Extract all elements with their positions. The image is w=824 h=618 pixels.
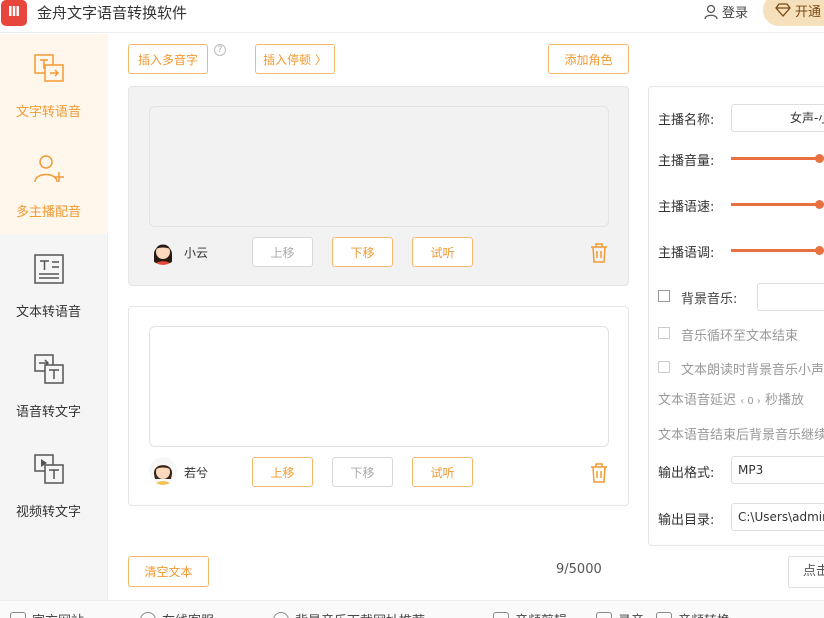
slider-fill	[731, 203, 819, 206]
bottom-label: 录音	[618, 610, 644, 618]
bottom-label: 在线客服	[162, 610, 214, 618]
role-card: 若兮 上移 下移 试听	[128, 306, 629, 506]
bottom-label: 音频转换	[678, 610, 730, 618]
bg-music-checkbox[interactable]	[658, 290, 670, 302]
sidebar-item-label: 文字转语音	[15, 105, 81, 120]
login-button[interactable]: 登录	[703, 2, 748, 21]
official-site-link[interactable]: 官方网站	[10, 610, 84, 618]
online-service-link[interactable]: 在线客服	[140, 610, 214, 618]
video-to-text-icon	[34, 454, 64, 484]
listen-button[interactable]: 试听	[412, 457, 473, 487]
home-icon	[10, 611, 26, 618]
bg-music-label: 背景音乐:	[681, 292, 738, 307]
trash-icon[interactable]	[589, 462, 609, 484]
login-label: 登录	[722, 6, 749, 21]
slider-knob[interactable]	[815, 200, 824, 209]
insert-pause-button[interactable]: 插入停顿 〉	[255, 44, 335, 74]
char-counter: 9/5000	[556, 562, 602, 577]
record-link[interactable]: 录音	[596, 610, 644, 618]
delay-stepper[interactable]: ‹ 0 ›	[740, 396, 761, 407]
bg-music-download-link[interactable]: 背景音乐下载网址推荐	[273, 610, 425, 618]
speed-slider[interactable]	[731, 200, 824, 210]
music-icon	[273, 611, 289, 618]
role-card: 小云 上移 下移 试听	[128, 86, 629, 286]
bottom-label: 背景音乐下载网址推荐	[295, 610, 425, 618]
sidebar-item-video-to-text[interactable]: 视频转文字	[0, 434, 108, 534]
diamond-icon	[775, 3, 791, 17]
pitch-label: 主播语调:	[658, 246, 715, 261]
sidebar-item-label: 文本转语音	[15, 305, 81, 320]
move-down-button[interactable]: 下移	[332, 457, 393, 487]
loop-music-label: 音乐循环至文本结束	[681, 329, 799, 344]
trash-icon[interactable]	[589, 242, 609, 264]
scissors-icon	[493, 611, 509, 618]
delay-prefix: 文本语音延迟	[658, 393, 737, 408]
vip-label: 开通	[795, 4, 822, 20]
delay-suffix: 秒播放	[765, 393, 805, 408]
listen-button[interactable]: 试听	[412, 237, 473, 267]
slider-fill	[731, 157, 819, 160]
speech-to-text-icon	[34, 354, 64, 384]
pitch-slider[interactable]	[731, 246, 824, 256]
app-window: Ⅲ 金舟文字语音转换软件 登录 开通 文字转语音 多主播配音 文本转语音 语音转…	[0, 0, 824, 618]
user-icon	[704, 4, 718, 19]
insert-polyphone-button[interactable]: 插入多音字	[128, 44, 208, 74]
sidebar-item-text-to-speech[interactable]: 文字转语音	[0, 34, 108, 134]
output-dir-input[interactable]: C:\Users\admin	[731, 503, 824, 531]
avatar	[149, 457, 177, 485]
move-up-button[interactable]: 上移	[252, 237, 313, 267]
headset-icon	[140, 611, 156, 618]
sidebar-item-label: 多主播配音	[15, 205, 81, 220]
audio-convert-link[interactable]: 音频转换	[656, 610, 730, 618]
bottom-label: 官方网站	[32, 610, 84, 618]
slider-knob[interactable]	[815, 154, 824, 163]
convert-icon	[656, 611, 672, 618]
text-to-speech-icon	[34, 54, 64, 82]
sidebar-item-multi-speaker[interactable]: 多主播配音	[0, 134, 108, 234]
bottom-label: 音频剪辑	[515, 610, 567, 618]
loop-music-checkbox[interactable]	[658, 327, 670, 339]
sidebar-item-speech-to-text[interactable]: 语音转文字	[0, 334, 108, 434]
voice-name: 若兮	[184, 466, 209, 480]
anchor-name-select[interactable]: 女声-小	[731, 104, 824, 132]
help-icon[interactable]: ?	[214, 44, 226, 56]
settings-panel: 主播名称: 女声-小 主播音量: 主播语速: 主播语调: 背景音乐: 音乐循环至…	[648, 86, 824, 546]
document-icon	[34, 254, 64, 284]
vip-button[interactable]: 开通	[763, 0, 824, 26]
role-text-input[interactable]	[149, 326, 609, 447]
sidebar-item-label: 语音转文字	[15, 405, 81, 420]
slider-fill	[731, 249, 819, 252]
anchor-name-label: 主播名称:	[658, 113, 715, 128]
title-bar: Ⅲ 金舟文字语音转换软件 登录 开通	[0, 0, 824, 33]
speed-label: 主播语速:	[658, 200, 715, 215]
format-label: 输出格式:	[658, 466, 715, 481]
volume-label: 主播音量:	[658, 154, 715, 169]
audio-edit-link[interactable]: 音频剪辑	[493, 610, 567, 618]
dir-label: 输出目录:	[658, 513, 715, 528]
app-title: 金舟文字语音转换软件	[37, 4, 188, 22]
volume-slider[interactable]	[731, 154, 824, 164]
mic-icon	[596, 611, 612, 618]
clear-text-button[interactable]: 清空文本	[128, 556, 209, 587]
delay-setting: 文本语音延迟 ‹ 0 › 秒播放	[658, 389, 804, 408]
role-text-input[interactable]	[149, 106, 609, 227]
avatar	[149, 237, 177, 265]
bottom-bar: 官方网站 在线客服 背景音乐下载网址推荐 音频剪辑 录音 音频转换	[0, 600, 824, 618]
sidebar: 文字转语音 多主播配音 文本转语音 语音转文字 视频转文字	[0, 34, 108, 600]
bg-music-input[interactable]	[757, 283, 824, 311]
move-up-button[interactable]: 上移	[252, 457, 313, 487]
app-logo: Ⅲ	[1, 0, 27, 26]
format-select[interactable]: MP3	[731, 456, 824, 484]
move-down-button[interactable]: 下移	[332, 237, 393, 267]
add-role-button[interactable]: 添加角色	[548, 44, 629, 74]
sidebar-item-label: 视频转文字	[15, 505, 81, 520]
voice-name: 小云	[184, 246, 209, 260]
after-end-label: 文本语音结束后背景音乐继续	[658, 428, 824, 443]
lower-music-label: 文本朗读时背景音乐小声	[681, 363, 824, 378]
convert-button[interactable]: 点击	[788, 556, 824, 588]
slider-knob[interactable]	[815, 246, 824, 255]
lower-music-checkbox[interactable]	[658, 361, 670, 373]
sidebar-item-file-to-speech[interactable]: 文本转语音	[0, 234, 108, 334]
multi-speaker-icon	[34, 155, 64, 183]
